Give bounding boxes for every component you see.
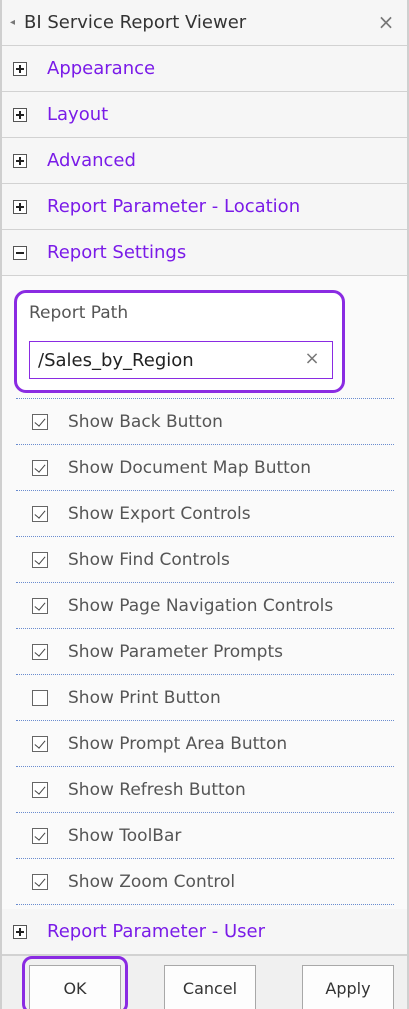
section-appearance[interactable]: Appearance [2, 46, 407, 92]
section-report-parameter-location-label[interactable]: Report Parameter - Location [47, 196, 300, 217]
option-label[interactable]: Show Zoom Control [68, 872, 235, 892]
option-row[interactable]: Show Zoom Control [16, 859, 394, 905]
option-row[interactable]: Show Export Controls [16, 491, 394, 537]
section-report-parameter-location[interactable]: Report Parameter - Location [2, 184, 407, 230]
cancel-button[interactable]: Cancel [164, 965, 256, 1009]
expand-icon[interactable] [13, 924, 27, 939]
option-row[interactable]: Show Back Button [16, 399, 394, 445]
option-label[interactable]: Show Print Button [68, 688, 221, 708]
footer-button-bar: OK Cancel Apply [2, 955, 407, 1009]
option-row[interactable]: Show Parameter Prompts [16, 629, 394, 675]
option-label[interactable]: Show Parameter Prompts [68, 642, 283, 662]
apply-button[interactable]: Apply [302, 965, 394, 1009]
option-checkbox[interactable] [32, 551, 48, 568]
option-checkbox[interactable] [32, 781, 48, 798]
report-path-highlight: Report Path × [14, 290, 345, 393]
option-label[interactable]: Show Document Map Button [68, 458, 311, 478]
option-checkbox[interactable] [32, 459, 48, 476]
option-checkbox[interactable] [32, 597, 48, 614]
report-path-label: Report Path [29, 303, 129, 323]
option-row[interactable]: Show Print Button [16, 675, 394, 721]
section-report-settings[interactable]: Report Settings [2, 230, 407, 276]
option-label[interactable]: Show Back Button [68, 412, 223, 432]
expand-icon[interactable] [13, 199, 27, 214]
option-row[interactable]: Show Prompt Area Button [16, 721, 394, 767]
expand-icon[interactable] [13, 61, 27, 76]
option-label[interactable]: Show ToolBar [68, 826, 181, 846]
ok-button[interactable]: OK [29, 965, 121, 1009]
title-bar: ◂ BI Service Report Viewer × [2, 0, 407, 46]
option-checkbox[interactable] [32, 505, 48, 522]
option-label[interactable]: Show Prompt Area Button [68, 734, 287, 754]
option-label[interactable]: Show Refresh Button [68, 780, 246, 800]
section-advanced-label[interactable]: Advanced [47, 150, 136, 171]
option-label[interactable]: Show Page Navigation Controls [68, 596, 333, 616]
option-checkbox[interactable] [32, 643, 48, 660]
option-row[interactable]: Show Find Controls [16, 537, 394, 583]
option-checkbox[interactable] [32, 735, 48, 752]
section-advanced[interactable]: Advanced [2, 138, 407, 184]
report-path-input[interactable] [29, 341, 333, 379]
option-checkbox[interactable] [32, 873, 48, 890]
collapse-icon[interactable] [13, 245, 27, 260]
section-report-parameter-user[interactable]: Report Parameter - User [2, 909, 407, 955]
report-viewer-pane: ◂ BI Service Report Viewer × Appearance … [0, 0, 409, 1009]
option-checkbox[interactable] [32, 689, 48, 706]
report-settings-panel: Report Path × Show Back Button Show Docum… [2, 276, 407, 909]
option-checkbox[interactable] [32, 413, 48, 430]
clear-icon[interactable]: × [302, 347, 322, 371]
collapse-arrow-icon[interactable]: ◂ [10, 17, 20, 28]
option-label[interactable]: Show Export Controls [68, 504, 251, 524]
report-options-list: Show Back Button Show Document Map Button… [16, 398, 394, 905]
option-row[interactable]: Show Page Navigation Controls [16, 583, 394, 629]
option-row[interactable]: Show Document Map Button [16, 445, 394, 491]
option-checkbox[interactable] [32, 827, 48, 844]
section-layout[interactable]: Layout [2, 92, 407, 138]
section-layout-label[interactable]: Layout [47, 104, 108, 125]
option-row[interactable]: Show Refresh Button [16, 767, 394, 813]
option-label[interactable]: Show Find Controls [68, 550, 230, 570]
section-report-parameter-user-label[interactable]: Report Parameter - User [47, 921, 265, 942]
section-appearance-label[interactable]: Appearance [47, 58, 155, 79]
section-report-settings-label[interactable]: Report Settings [47, 242, 186, 263]
pane-title: BI Service Report Viewer [24, 12, 247, 33]
expand-icon[interactable] [13, 107, 27, 122]
close-icon[interactable]: × [375, 10, 397, 34]
expand-icon[interactable] [13, 153, 27, 168]
option-row[interactable]: Show ToolBar [16, 813, 394, 859]
